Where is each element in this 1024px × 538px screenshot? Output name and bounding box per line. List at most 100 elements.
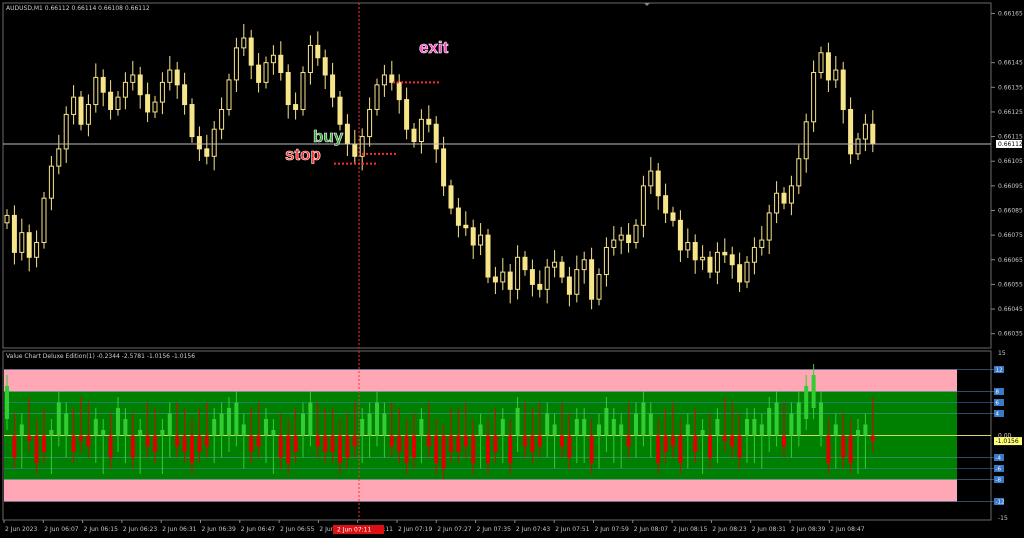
candle-body: [818, 52, 824, 74]
candle-body: [41, 197, 47, 244]
time-label: 2 Jun 2023: [5, 526, 37, 533]
candle-body: [751, 246, 757, 263]
candle-body: [611, 239, 617, 248]
candle-body: [337, 96, 343, 125]
price-tick-label: 0.66105: [998, 158, 1023, 165]
candle-body: [648, 170, 654, 187]
price-tick-label: 0.66135: [998, 84, 1023, 91]
candle-body: [85, 104, 91, 125]
indicator-panel-title: Value Chart Deluxe Edition(1) -0.2344 -2…: [6, 353, 195, 360]
candle-body: [478, 234, 484, 246]
current-price-value: 0.66112: [998, 141, 1023, 148]
time-label: 2 Jun 07:19: [398, 526, 432, 533]
current-price-tag: 0.66112: [996, 139, 1023, 148]
candle-body: [93, 76, 99, 106]
candle-body: [285, 72, 291, 106]
candle-body: [811, 72, 817, 123]
candle-body: [441, 148, 447, 187]
candle-body: [189, 104, 195, 138]
candle-body: [677, 219, 683, 251]
candle-body: [108, 91, 114, 110]
candle-body: [507, 271, 513, 290]
candle-body: [78, 96, 84, 125]
candle-body: [840, 69, 846, 110]
candle-body: [152, 101, 158, 113]
time-label: 2 Jun 07:35: [477, 526, 511, 533]
candle-body: [71, 96, 77, 115]
price-tick-label: 0.66045: [998, 306, 1023, 313]
candle-body: [256, 64, 262, 83]
price-tick-label: 0.66145: [998, 60, 1023, 67]
price-tick-label: 0.66055: [998, 281, 1023, 288]
price-tick-label: 0.66165: [998, 10, 1023, 17]
exit-label: exit: [419, 38, 449, 57]
candle-body: [581, 259, 587, 271]
candle-body: [781, 192, 787, 204]
time-label: 2 Jun 08:39: [791, 526, 825, 533]
time-label: 2 Jun 08:23: [712, 526, 746, 533]
price-tick-label: 0.66095: [998, 183, 1023, 190]
candle-body: [470, 227, 476, 246]
candle-body: [803, 121, 809, 160]
candle-body: [278, 54, 284, 74]
candle-body: [381, 74, 387, 86]
time-label: 2 Jun 07:43: [516, 526, 550, 533]
candle-body: [374, 84, 380, 110]
candle-body: [463, 224, 469, 229]
candle-body: [492, 276, 498, 283]
indicator-axis-label: -15: [998, 515, 1008, 522]
candle-body: [182, 84, 188, 106]
candle-body: [322, 57, 328, 76]
candle-body: [26, 232, 32, 258]
candle-body: [4, 214, 10, 224]
candle-body: [11, 214, 17, 253]
indicator-current-value: -1.0156: [996, 438, 1019, 445]
candle-body: [404, 99, 410, 130]
price-tick-label: 0.66065: [998, 257, 1023, 264]
time-label: 2 Jun 06:31: [162, 526, 196, 533]
candle-body: [737, 264, 743, 283]
candle-body: [544, 266, 550, 290]
level-tag-label: 8: [996, 390, 1000, 396]
indicator-panel[interactable]: 150.00-1512864-4-6-8-12-1.0156 Value Cha…: [2, 350, 1022, 522]
trading-chart[interactable]: 0.661650.661450.661350.661250.661150.661…: [0, 0, 1024, 538]
candle-body: [640, 185, 646, 226]
candle-body: [596, 274, 602, 300]
time-highlight-label: 2 Jun 07:11: [337, 527, 371, 534]
candle-body: [344, 123, 350, 145]
time-label: 2 Jun 06:15: [84, 526, 118, 533]
time-label: 2 Jun 08:31: [752, 526, 786, 533]
stop-label: stop: [285, 145, 321, 164]
candle-body: [137, 74, 143, 96]
candle-body: [226, 79, 232, 110]
candle-body: [529, 269, 535, 285]
candle-body: [766, 212, 772, 241]
level-tag-label: -8: [996, 478, 1002, 484]
candle-body: [411, 128, 417, 143]
candle-body: [211, 128, 217, 157]
time-label: 2 Jun 08:47: [830, 526, 864, 533]
candle-body: [848, 108, 854, 155]
level-tag-label: -6: [996, 467, 1002, 473]
candle-body: [115, 96, 121, 110]
indicator-zones: [4, 369, 995, 502]
candle-body: [352, 143, 358, 157]
candle-body: [130, 74, 136, 83]
candle-body: [515, 256, 521, 290]
candle-body: [270, 54, 276, 64]
level-tag-label: 6: [996, 401, 1000, 407]
time-label: 2 Jun 06:07: [44, 526, 78, 533]
candle-body: [722, 251, 728, 256]
candle-body: [626, 234, 632, 244]
candle-body: [870, 123, 876, 145]
time-label: 2 Jun 06:23: [123, 526, 157, 533]
candle-body: [145, 94, 151, 113]
candle-body: [396, 81, 402, 101]
candle-body: [248, 37, 254, 66]
price-tick-label: 0.66075: [998, 232, 1023, 239]
oversold-zone: [4, 479, 957, 502]
candle-body: [633, 224, 639, 244]
price-tick-label: 0.66035: [998, 331, 1023, 338]
level-tag-label: -12: [996, 500, 1005, 506]
buy-label: buy: [313, 127, 344, 146]
